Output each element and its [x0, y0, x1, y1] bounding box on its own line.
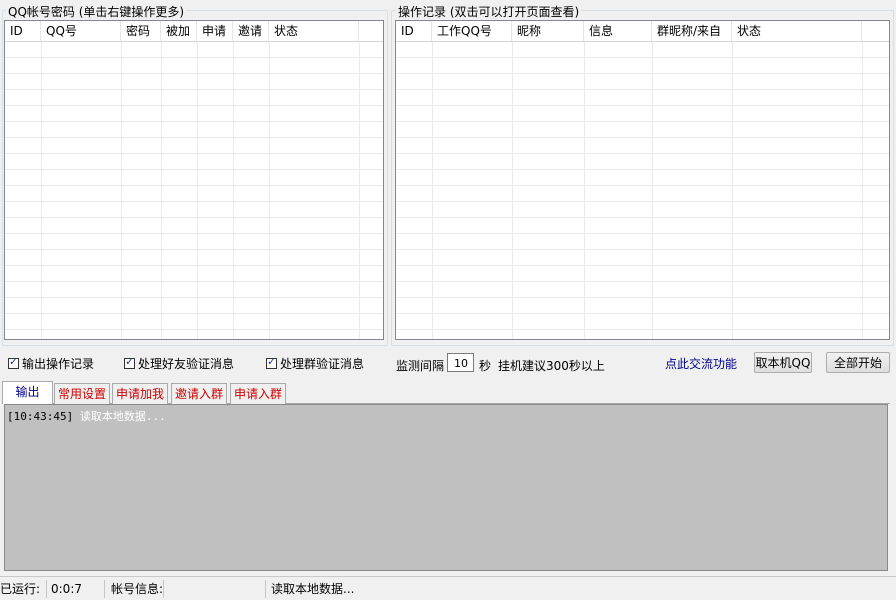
operation-log-rows	[396, 42, 889, 339]
account-info-value	[164, 579, 266, 598]
grid-line	[652, 42, 653, 339]
fetch-local-qq-button[interactable]: 取本机QQ	[754, 352, 812, 373]
friend-verify-checkbox[interactable]: 处理好友验证消息	[124, 355, 234, 372]
qq-accounts-rows	[5, 42, 383, 339]
group-verify-label: 处理群验证消息	[280, 357, 365, 371]
grid-line	[161, 42, 162, 339]
col-qq[interactable]: QQ号	[41, 21, 121, 41]
tab-apply-group[interactable]: 申请入群	[230, 383, 287, 404]
col-info[interactable]: 信息	[584, 21, 652, 41]
checkbox-checked-icon[interactable]	[266, 355, 277, 369]
output-log-area[interactable]: [10:43:45] 读取本地数据...	[4, 404, 888, 571]
col-id[interactable]: ID	[5, 21, 41, 41]
log-timestamp: [10:43:45]	[7, 410, 74, 423]
status-bar: 已运行: 0:0:7 帐号信息: 读取本地数据...	[0, 576, 896, 600]
tab-common-settings[interactable]: 常用设置	[54, 383, 111, 404]
interval-input[interactable]: 10	[447, 353, 474, 372]
tab-apply-add-me[interactable]: 申请加我	[112, 383, 169, 404]
col-work-qq[interactable]: 工作QQ号	[432, 21, 512, 41]
operation-log-list[interactable]: ID 工作QQ号 昵称 信息 群昵称/来自 状态	[395, 20, 890, 340]
interval-hint: 挂机建议300秒以上	[498, 359, 605, 373]
col-password[interactable]: 密码	[121, 21, 161, 41]
output-log-checkbox[interactable]: 输出操作记录	[8, 355, 94, 372]
grid-line	[512, 42, 513, 339]
checkbox-checked-icon[interactable]	[124, 355, 135, 369]
feedback-link[interactable]: 点此交流功能	[665, 355, 737, 372]
grid-line	[121, 42, 122, 339]
operation-log-title: 操作记录 (双击可以打开页面查看)	[396, 3, 582, 20]
running-label: 已运行:	[0, 579, 47, 598]
status-message: 读取本地数据...	[271, 581, 355, 596]
friend-verify-label: 处理好友验证消息	[138, 357, 235, 371]
start-all-button[interactable]: 全部开始	[826, 352, 890, 373]
running-value: 0:0:7	[47, 579, 105, 598]
col-apply[interactable]: 申请	[197, 21, 233, 41]
tab-invite-group[interactable]: 邀请入群	[171, 383, 228, 404]
qq-accounts-title: QQ帐号密码 (单击右键操作更多)	[6, 3, 187, 20]
col-log-status[interactable]: 状态	[732, 21, 862, 41]
interval-label: 监测间隔	[396, 359, 445, 373]
grid-line	[197, 42, 198, 339]
qq-accounts-header: ID QQ号 密码 被加 申请 邀请 状态	[5, 21, 383, 42]
grid-line	[41, 42, 42, 339]
grid-line	[432, 42, 433, 339]
account-info-label: 帐号信息:	[105, 579, 164, 598]
grid-line	[359, 42, 360, 339]
grid-line	[584, 42, 585, 339]
col-invite[interactable]: 邀请	[233, 21, 269, 41]
grid-line	[862, 42, 863, 339]
col-group-nick[interactable]: 群昵称/来自	[652, 21, 732, 41]
col-added[interactable]: 被加	[161, 21, 197, 41]
group-verify-checkbox[interactable]: 处理群验证消息	[266, 355, 364, 372]
grid-line	[233, 42, 234, 339]
interval-unit: 秒	[479, 359, 492, 373]
tab-output[interactable]: 输出	[2, 381, 53, 404]
output-log-label: 输出操作记录	[22, 357, 95, 371]
grid-line	[732, 42, 733, 339]
log-message: 读取本地数据...	[79, 410, 166, 423]
operation-log-header: ID 工作QQ号 昵称 信息 群昵称/来自 状态	[396, 21, 889, 42]
qq-accounts-list[interactable]: ID QQ号 密码 被加 申请 邀请 状态	[4, 20, 384, 340]
grid-line	[269, 42, 270, 339]
col-nickname[interactable]: 昵称	[512, 21, 584, 41]
col-status[interactable]: 状态	[269, 21, 359, 41]
col-log-id[interactable]: ID	[396, 21, 432, 41]
checkbox-checked-icon[interactable]	[8, 355, 19, 369]
